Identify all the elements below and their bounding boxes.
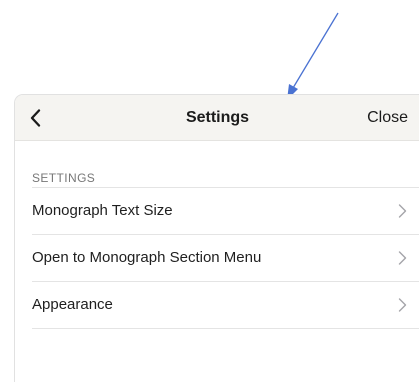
navigation-bar: Settings Close bbox=[15, 95, 419, 141]
list-item-monograph-text-size[interactable]: Monograph Text Size bbox=[32, 188, 419, 235]
settings-list: Monograph Text Size Open to Monograph Se… bbox=[32, 187, 419, 329]
page-title: Settings bbox=[185, 109, 250, 126]
list-item-label: Monograph Text Size bbox=[32, 202, 173, 219]
close-button[interactable]: Close bbox=[367, 95, 408, 140]
list-item-open-to-monograph-section-menu[interactable]: Open to Monograph Section Menu bbox=[32, 235, 419, 282]
list-item-appearance[interactable]: Appearance bbox=[32, 282, 419, 329]
list-item-label: Appearance bbox=[32, 296, 113, 313]
chevron-right-icon bbox=[398, 204, 407, 218]
chevron-right-icon bbox=[398, 298, 407, 312]
section-header: SETTINGS bbox=[32, 171, 96, 185]
settings-panel: Settings Close SETTINGS Monograph Text S… bbox=[14, 94, 419, 382]
chevron-right-icon bbox=[398, 251, 407, 265]
list-item-label: Open to Monograph Section Menu bbox=[32, 249, 262, 266]
